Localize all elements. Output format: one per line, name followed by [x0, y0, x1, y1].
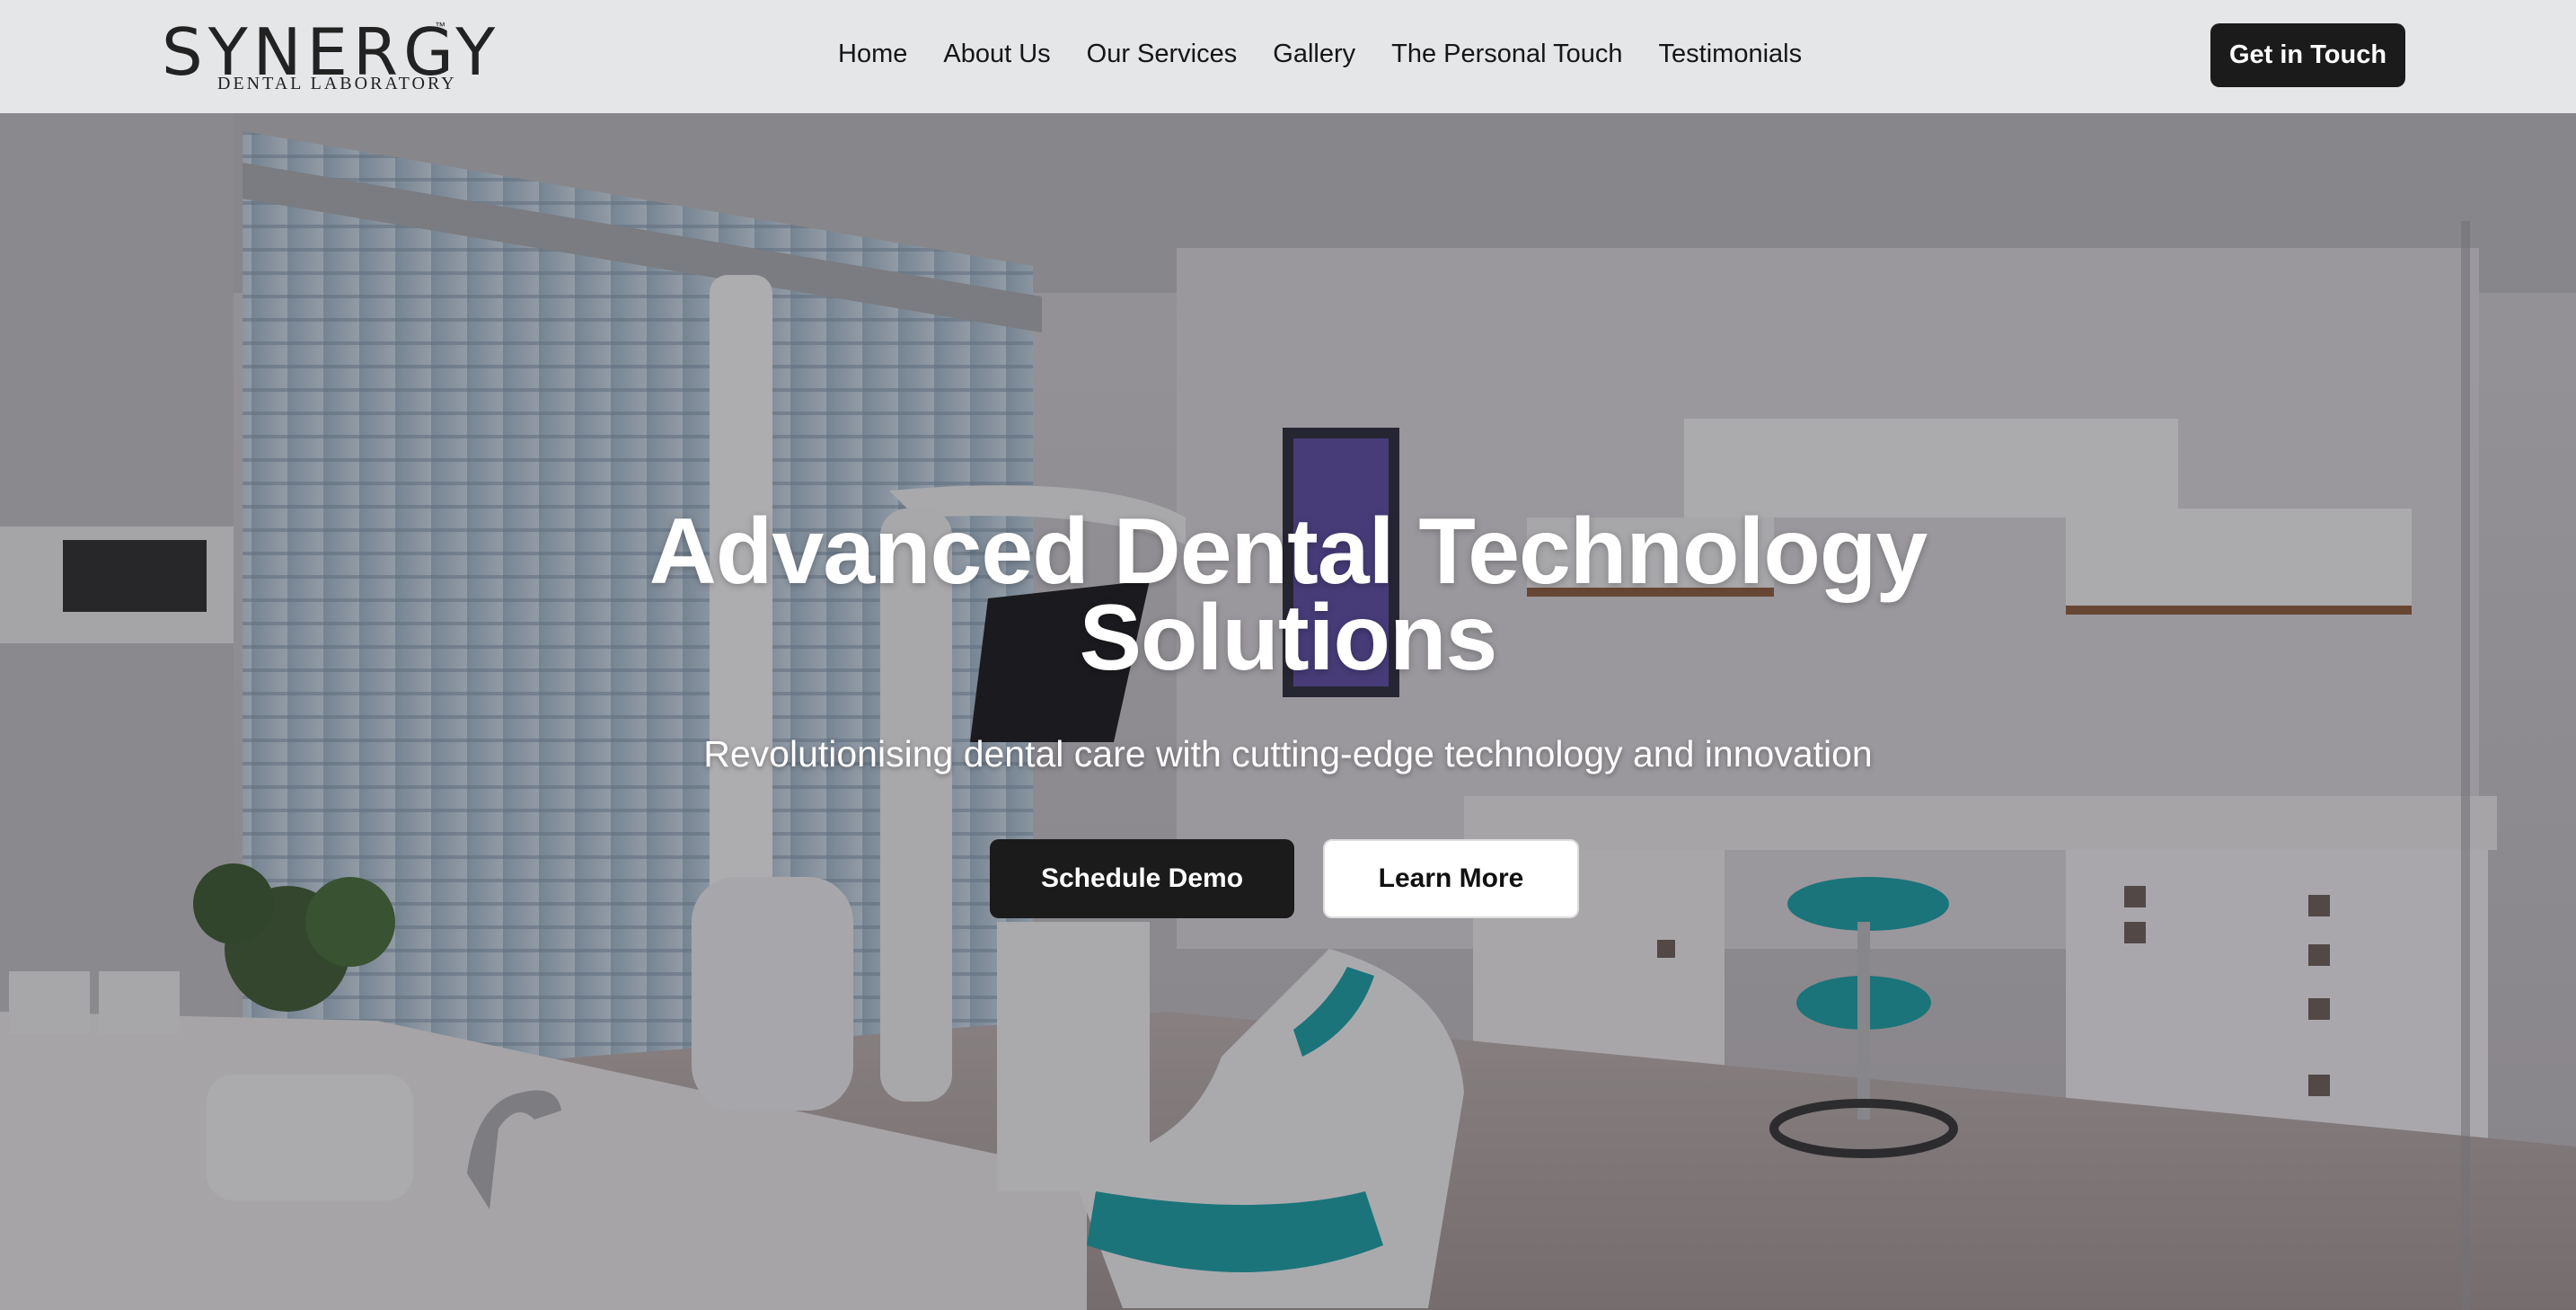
hero-section: Advanced Dental Technology Solutions Rev…: [0, 113, 2576, 1310]
hero-subtitle: Revolutionising dental care with cutting…: [703, 733, 1873, 774]
nav-testimonials[interactable]: Testimonials: [1659, 34, 1803, 74]
learn-more-button[interactable]: Learn More: [1323, 839, 1579, 918]
nav-gallery[interactable]: Gallery: [1273, 34, 1355, 74]
hero-title-line-2: Solutions: [1079, 586, 1498, 690]
schedule-demo-button[interactable]: Schedule Demo: [990, 839, 1294, 918]
logo-trademark: ™: [435, 20, 446, 32]
nav-our-services[interactable]: Our Services: [1087, 34, 1238, 74]
nav-home[interactable]: Home: [838, 34, 907, 74]
main-nav: Home About Us Our Services Gallery The P…: [838, 34, 1802, 74]
synergy-logo[interactable]: SYNERGY ™ DENTAL LABORATORY: [162, 16, 495, 97]
get-in-touch-button[interactable]: Get in Touch: [2210, 23, 2405, 87]
nav-personal-touch[interactable]: The Personal Touch: [1391, 34, 1622, 74]
hero-content: Advanced Dental Technology Solutions Rev…: [0, 113, 2576, 1310]
logo-tagline: DENTAL LABORATORY: [217, 74, 457, 93]
nav-about-us[interactable]: About Us: [943, 34, 1050, 74]
site-header: SYNERGY ™ DENTAL LABORATORY Home About U…: [0, 0, 2576, 113]
hero-title: Advanced Dental Technology Solutions: [0, 505, 2576, 685]
